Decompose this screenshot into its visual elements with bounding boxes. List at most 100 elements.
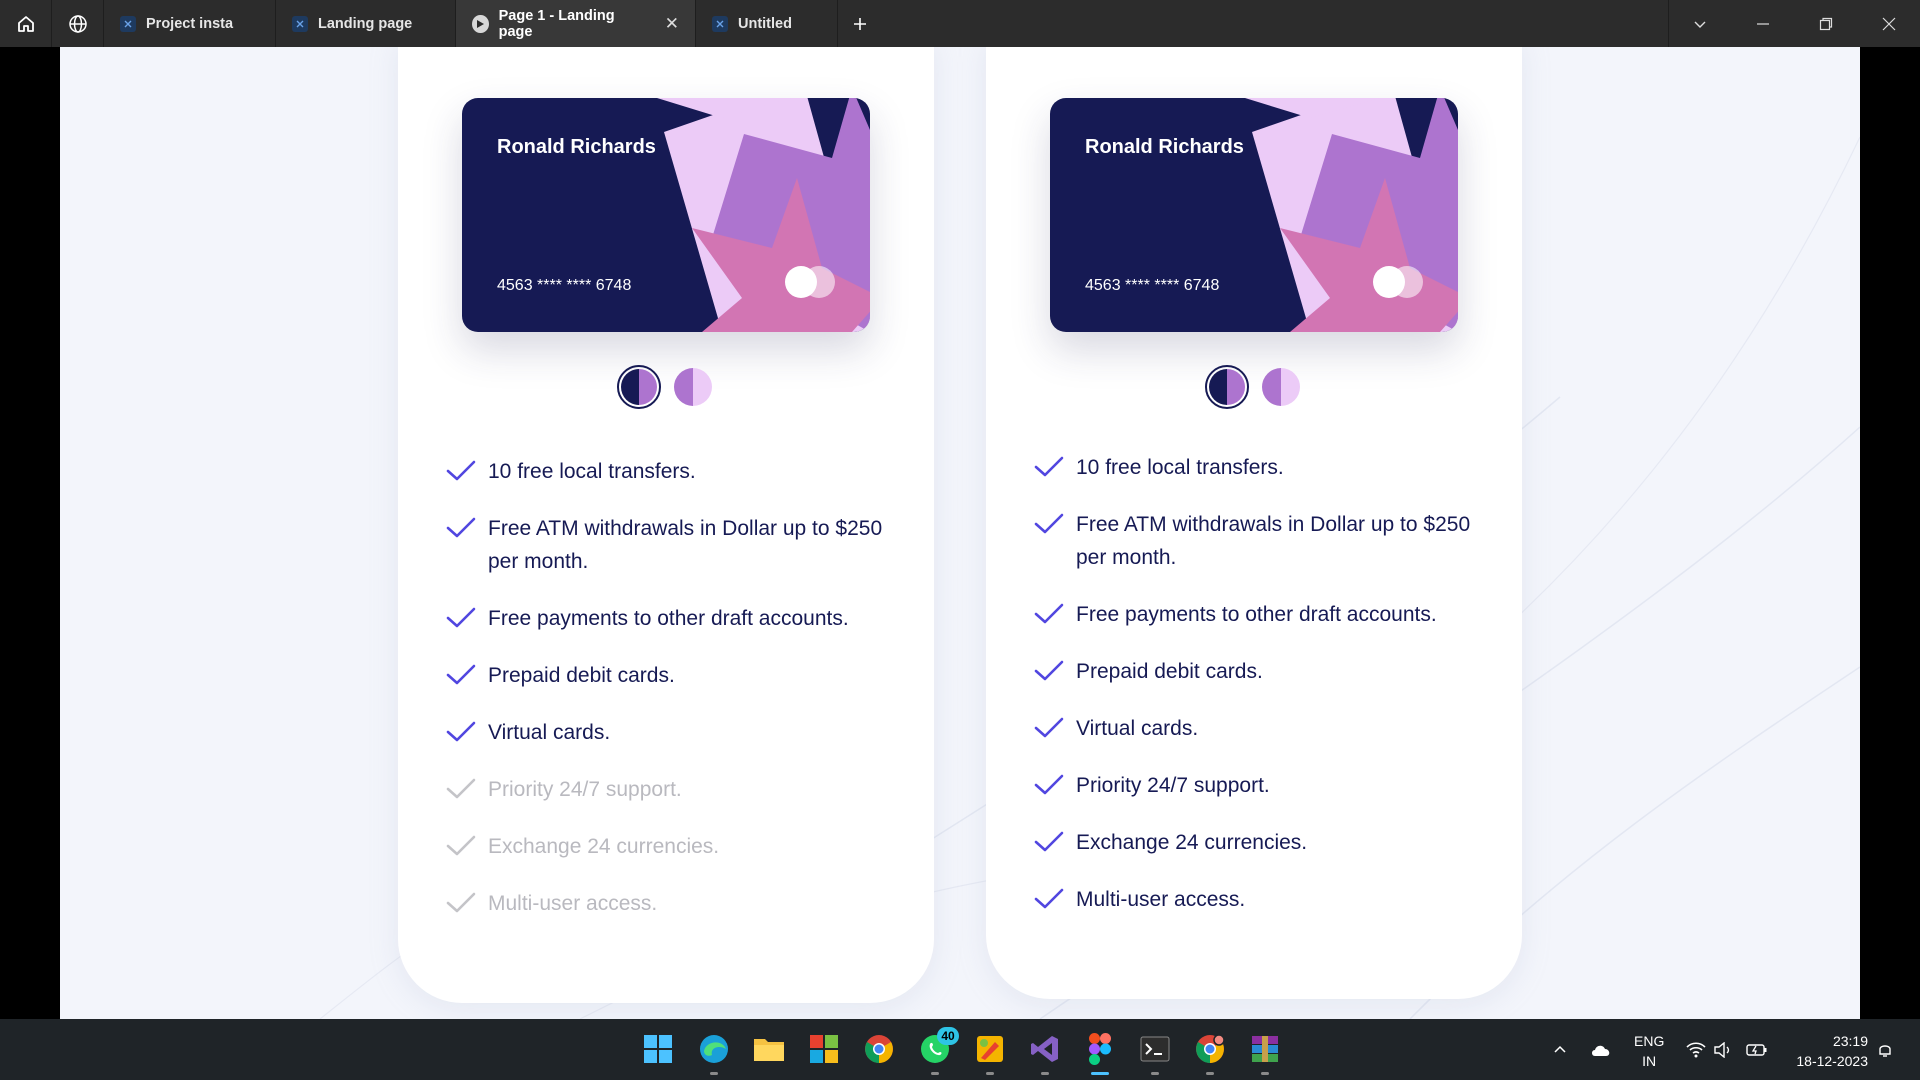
checkmark-icon	[1034, 456, 1064, 477]
card-color-picker	[398, 365, 934, 409]
new-tab-button[interactable]	[838, 0, 882, 47]
checkmark-icon	[446, 664, 476, 685]
feature-text: Virtual cards.	[488, 721, 611, 744]
tab-page1-landing-page[interactable]: Page 1 - Landing page ✕	[456, 0, 696, 47]
checkmark-icon	[446, 517, 476, 538]
close-window-button[interactable]	[1857, 0, 1920, 47]
figma-icon[interactable]	[1080, 1029, 1120, 1075]
feature-text: Free ATM withdrawals in Dollar up to $25…	[488, 517, 883, 573]
plan-card-premium: Ronald Richards 4563 **** **** 6748 10 f…	[986, 47, 1522, 999]
checkmark-icon	[446, 721, 476, 742]
home-button[interactable]	[0, 0, 52, 47]
checkmark-icon	[1034, 888, 1064, 909]
color-swatch-navy[interactable]	[617, 365, 661, 409]
wifi-icon[interactable]	[1686, 1019, 1706, 1080]
file-explorer-icon[interactable]	[749, 1029, 789, 1069]
checkmark-icon	[446, 460, 476, 481]
card-holder-name: Ronald Richards	[497, 136, 656, 158]
whatsapp-icon[interactable]: 40	[915, 1027, 959, 1075]
close-icon	[1882, 17, 1895, 30]
chevron-up-icon	[1554, 1045, 1566, 1053]
minimize-icon	[1756, 22, 1769, 25]
card-brand-logo	[1373, 266, 1423, 298]
tab-label: Project insta	[146, 15, 234, 32]
card-holder-name: Ronald Richards	[1085, 136, 1244, 158]
card-number: 4563 **** **** 6748	[1085, 277, 1220, 294]
edge-icon[interactable]	[694, 1029, 734, 1075]
feature-text: Multi-user access.	[488, 892, 658, 915]
chrome-icon[interactable]	[859, 1029, 899, 1069]
show-hidden-icons-button[interactable]	[1552, 1019, 1568, 1080]
card-brand-logo	[785, 266, 835, 298]
feature-text: Priority 24/7 support.	[1076, 774, 1270, 797]
plan-card-basic: Ronald Richards 4563 **** **** 6748 10 f…	[398, 47, 934, 1003]
tab-project-insta[interactable]: Project insta	[104, 0, 276, 47]
chevron-down-icon	[1694, 21, 1706, 28]
app-icon[interactable]	[804, 1029, 844, 1069]
onedrive-icon[interactable]	[1590, 1019, 1612, 1080]
tab-label: Untitled	[738, 15, 792, 32]
windows-start-icon[interactable]	[638, 1029, 678, 1069]
globe-icon	[68, 14, 87, 33]
tab-label: Page 1 - Landing page	[498, 7, 615, 40]
visual-studio-icon[interactable]	[1025, 1029, 1065, 1075]
plus-icon	[854, 17, 866, 30]
feature-text: Multi-user access.	[1076, 888, 1246, 911]
chrome-profile-icon[interactable]	[1190, 1029, 1230, 1075]
tabs-dropdown-button[interactable]	[1668, 0, 1731, 47]
language-indicator[interactable]: ENG IN	[1634, 1031, 1664, 1071]
feature-text: 10 free local transfers.	[488, 460, 696, 483]
close-tab-icon[interactable]: ✕	[665, 14, 679, 34]
debit-card-preview: Ronald Richards 4563 **** **** 6748	[462, 98, 870, 332]
winrar-icon[interactable]	[1245, 1029, 1285, 1075]
community-button[interactable]	[52, 0, 104, 47]
checkmark-icon	[1034, 774, 1064, 795]
title-bar: Project insta Landing page Page 1 - Land…	[0, 0, 1920, 47]
play-icon	[472, 14, 489, 33]
figma-file-icon	[120, 15, 136, 32]
checkmark-icon	[446, 835, 476, 856]
terminal-icon[interactable]	[1135, 1029, 1175, 1075]
checkmark-icon	[446, 778, 476, 799]
checkmark-icon	[1034, 513, 1064, 534]
figma-file-icon	[712, 15, 728, 32]
feature-text: 10 free local transfers.	[1076, 456, 1284, 479]
title-bar-spacer	[882, 0, 1668, 47]
figma-file-icon	[292, 15, 308, 32]
battery-icon[interactable]	[1746, 1019, 1768, 1080]
background-curves	[319, 136, 1860, 1019]
feature-text: Free ATM withdrawals in Dollar up to $25…	[1076, 513, 1471, 569]
notifications-icon[interactable]	[1876, 1019, 1894, 1080]
feature-text: Prepaid debit cards.	[1076, 660, 1263, 683]
tab-landing-page[interactable]: Landing page	[276, 0, 456, 47]
restore-button[interactable]	[1794, 0, 1857, 47]
checkmark-icon	[1034, 603, 1064, 624]
feature-text: Exchange 24 currencies.	[488, 835, 720, 858]
windows-taskbar: 40 ENG IN 23:19 18-12-2023	[0, 1019, 1920, 1080]
debit-card-preview: Ronald Richards 4563 **** **** 6748	[1050, 98, 1458, 332]
checkmark-icon	[1034, 660, 1064, 681]
card-number: 4563 **** **** 6748	[497, 277, 632, 294]
feature-text: Exchange 24 currencies.	[1076, 831, 1308, 854]
prototype-canvas: Ronald Richards 4563 **** **** 6748 10 f…	[60, 47, 1860, 1019]
tab-untitled[interactable]: Untitled	[696, 0, 838, 47]
color-swatch-purple[interactable]	[1259, 365, 1303, 409]
tab-label: Landing page	[318, 15, 413, 32]
checkmark-icon	[446, 892, 476, 913]
home-icon	[17, 15, 34, 32]
feature-text: Virtual cards.	[1076, 717, 1199, 740]
checkmark-icon	[1034, 831, 1064, 852]
system-clock[interactable]: 23:19 18-12-2023	[1788, 1031, 1868, 1071]
volume-icon[interactable]	[1714, 1019, 1732, 1080]
feature-text: Prepaid debit cards.	[488, 664, 675, 687]
feature-text: Free payments to other draft accounts.	[1076, 603, 1437, 626]
notification-badge: 40	[937, 1027, 959, 1045]
paint-icon[interactable]	[970, 1029, 1010, 1075]
color-swatch-navy[interactable]	[1205, 365, 1249, 409]
card-color-picker	[986, 365, 1522, 409]
checkmark-icon	[446, 607, 476, 628]
feature-text: Free payments to other draft accounts.	[488, 607, 849, 630]
feature-text: Priority 24/7 support.	[488, 778, 682, 801]
minimize-button[interactable]	[1731, 0, 1794, 47]
color-swatch-purple[interactable]	[671, 365, 715, 409]
